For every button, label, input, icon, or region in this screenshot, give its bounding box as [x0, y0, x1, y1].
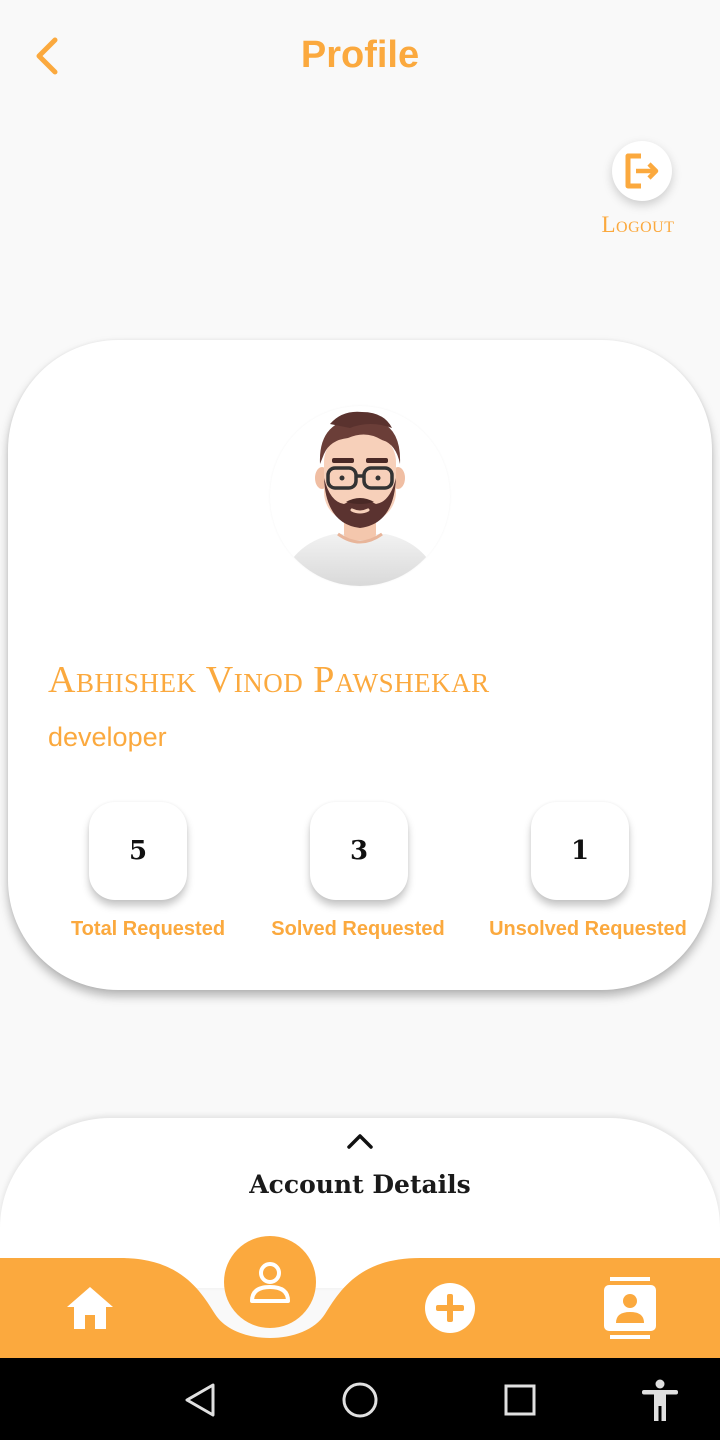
profile-card: Abhishek Vinod Pawshekar developer 5 Tot… — [8, 340, 712, 990]
add-circle-icon — [425, 1283, 475, 1333]
logout-button[interactable] — [612, 141, 672, 201]
person-icon — [250, 1262, 290, 1303]
account-details-title: Account Details — [249, 1170, 471, 1199]
logout-icon — [625, 153, 659, 189]
user-name: Abhishek Vinod Pawshekar — [48, 659, 490, 701]
accessibility-icon — [642, 1379, 678, 1421]
system-home-button[interactable] — [338, 1378, 382, 1422]
nav-home[interactable] — [60, 1280, 120, 1336]
bearded-man-avatar-icon — [280, 411, 440, 586]
system-recents-button[interactable] — [498, 1378, 542, 1422]
nav-add[interactable] — [422, 1280, 478, 1336]
system-accessibility-button[interactable] — [638, 1378, 682, 1422]
solved-requested-count[interactable]: 3 — [310, 802, 408, 900]
expand-sheet-button[interactable] — [343, 1128, 377, 1154]
total-requested-label: Total Requested — [70, 918, 226, 940]
contact-card-icon — [604, 1277, 656, 1339]
nav-contacts[interactable] — [600, 1274, 660, 1342]
nav-profile[interactable] — [224, 1236, 316, 1328]
solved-requested-label: Solved Requested — [271, 918, 445, 940]
unsolved-requested-label: Unsolved Requested — [489, 918, 687, 940]
user-role: developer — [48, 722, 167, 752]
home-circle-icon — [342, 1382, 378, 1418]
chevron-up-icon — [347, 1134, 373, 1149]
logout-label[interactable]: Logout — [580, 212, 696, 238]
home-icon — [67, 1287, 113, 1329]
bottom-navigation — [0, 1236, 720, 1358]
system-navigation-bar — [0, 1358, 720, 1440]
system-back-button[interactable] — [178, 1378, 222, 1422]
total-requested-count[interactable]: 5 — [89, 802, 187, 900]
back-triangle-icon — [185, 1383, 215, 1417]
page-title: Profile — [300, 34, 420, 76]
recents-square-icon — [504, 1384, 536, 1416]
unsolved-requested-count[interactable]: 1 — [531, 802, 629, 900]
avatar — [270, 406, 450, 586]
